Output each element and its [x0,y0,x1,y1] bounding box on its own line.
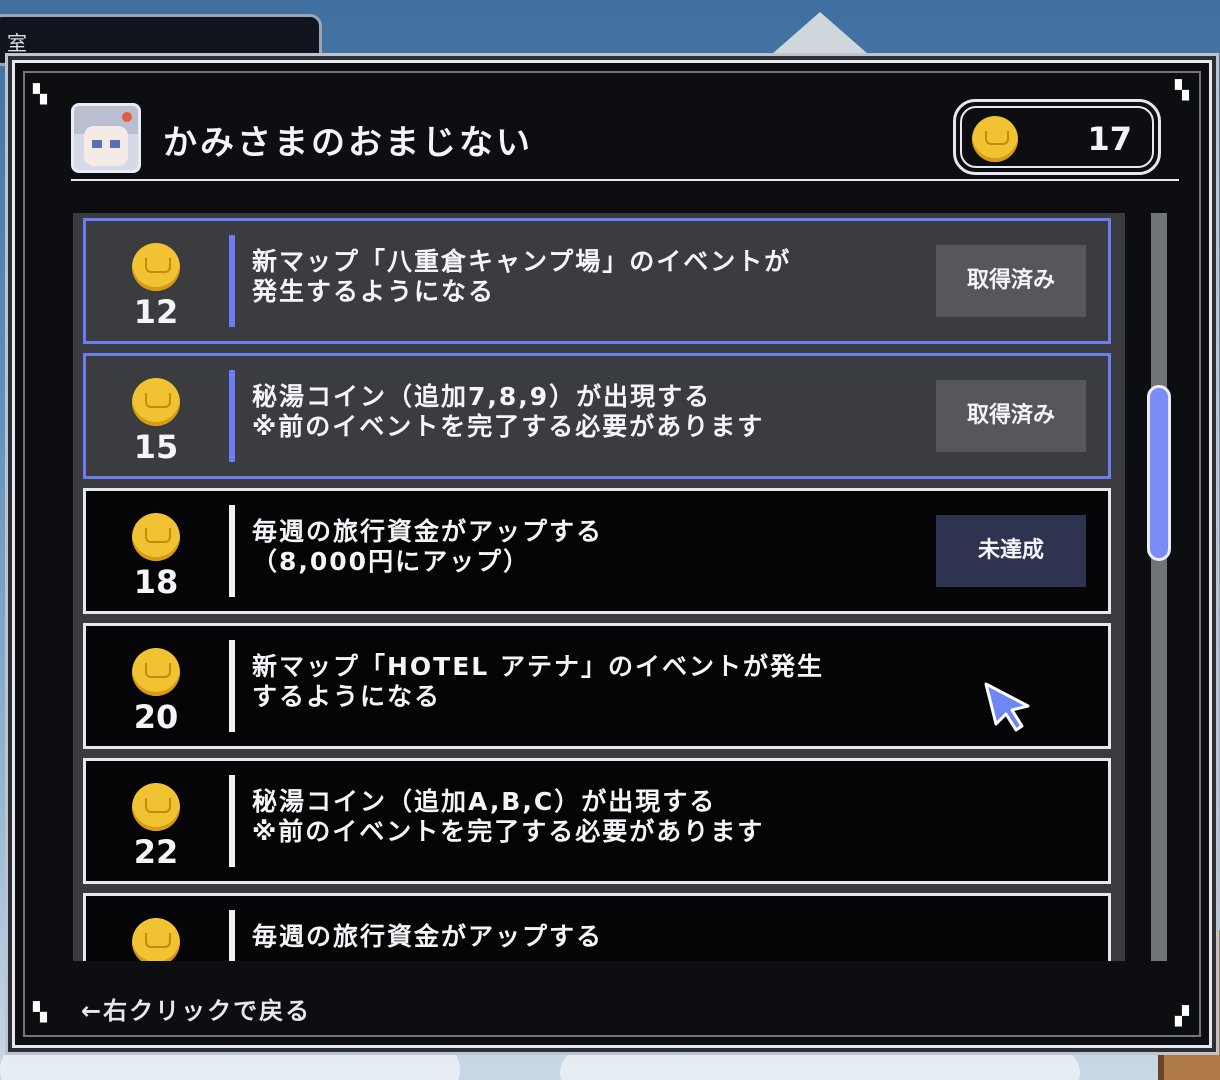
coin-icon [132,513,180,561]
dialog-title: かみさまのおまじない [163,123,533,163]
character-avatar [71,103,141,173]
row-divider [229,775,235,867]
reward-row[interactable]: 22 秘湯コイン（追加A,B,C）が出現する ※前のイベントを完了する必要がありま… [83,758,1111,884]
back-hint: ←右クリックで戻る [81,997,312,1025]
corner-ornament: ▚ [1175,80,1189,101]
acquired-button[interactable]: 取得済み [936,380,1086,452]
row-divider [229,370,235,462]
reward-cost: 12 [133,293,179,331]
omajinai-dialog: ▚ ▚ ▚ ▞ かみさまのおまじない 17 12 新マップ「八重倉キャンプ場」のイ… [12,60,1212,1048]
dialog-header: かみさまのおまじない 17 [71,99,1179,181]
reward-row[interactable]: 12 新マップ「八重倉キャンプ場」のイベントが 発生するようになる 取得済み [83,218,1111,344]
pointer-cursor-icon [984,682,1030,732]
coin-icon [132,378,180,426]
row-divider [229,235,235,327]
background-panel-text: 室 [7,31,27,55]
coin-icon [132,783,180,831]
background-cloud [560,1048,1080,1080]
reward-description: 秘湯コイン（追加A,B,C）が出現する ※前のイベントを完了する必要があります [252,787,765,846]
coin-icon [132,243,180,291]
background-panel: 室 [0,14,322,66]
reward-cost: 22 [133,833,179,871]
reward-cost: 18 [133,563,179,601]
coin-icon [132,648,180,696]
row-divider [229,910,235,961]
reward-list[interactable]: 12 新マップ「八重倉キャンプ場」のイベントが 発生するようになる 取得済み 15 秘湯… [73,213,1125,961]
reward-cost: 20 [133,698,179,736]
reward-row[interactable]: 18 毎週の旅行資金がアップする （8,000円にアップ） 未達成 [83,488,1111,614]
row-divider [229,505,235,597]
corner-ornament: ▚ [33,1002,47,1023]
acquired-button[interactable]: 取得済み [936,245,1086,317]
row-divider [229,640,235,732]
reward-description: 毎週の旅行資金がアップする [252,922,604,951]
corner-ornament: ▞ [1175,1006,1189,1027]
reward-cost: 15 [133,428,179,466]
reward-description: 新マップ「八重倉キャンプ場」のイベントが 発生するようになる [252,247,792,306]
unmet-button[interactable]: 未達成 [936,515,1086,587]
scrollbar[interactable] [1147,213,1171,961]
reward-description: 秘湯コイン（追加7,8,9）が出現する ※前のイベントを完了する必要があります [252,382,765,441]
reward-row[interactable]: 15 秘湯コイン（追加7,8,9）が出現する ※前のイベントを完了する必要がありま… [83,353,1111,479]
coin-counter: 17 [953,99,1161,175]
coin-icon [132,918,180,961]
coin-count: 17 [1087,120,1132,158]
scrollbar-thumb[interactable] [1147,385,1171,561]
reward-description: 毎週の旅行資金がアップする （8,000円にアップ） [252,517,604,576]
reward-row[interactable]: 毎週の旅行資金がアップする [83,893,1111,961]
reward-row[interactable]: 20 新マップ「HOTEL アテナ」のイベントが発生 するようになる [83,623,1111,749]
coin-icon [972,116,1018,162]
corner-ornament: ▚ [33,84,47,105]
reward-description: 新マップ「HOTEL アテナ」のイベントが発生 するようになる [252,652,824,711]
